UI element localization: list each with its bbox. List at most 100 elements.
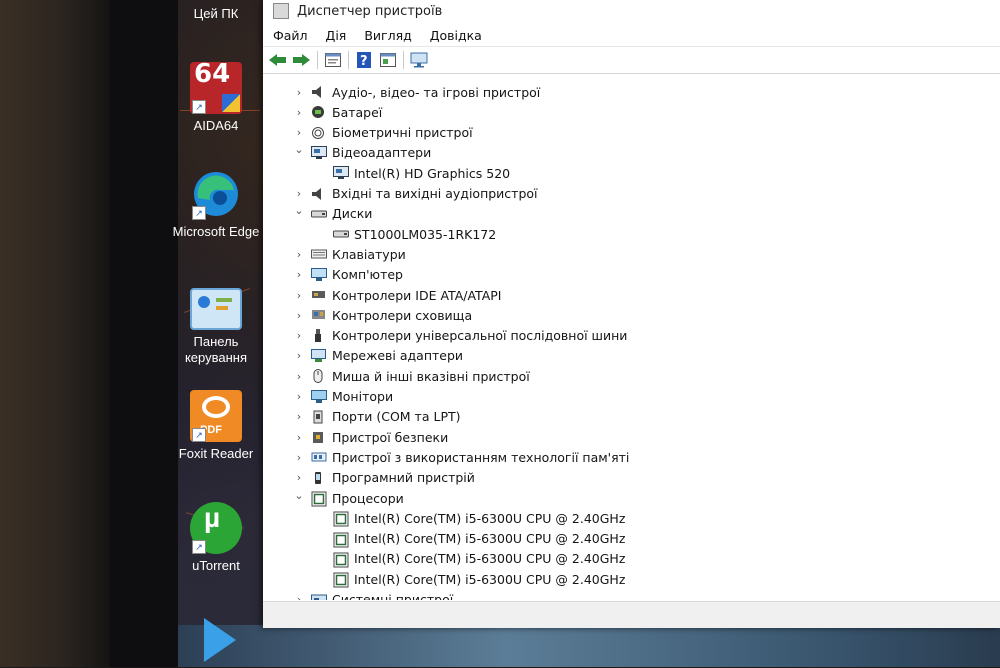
chevron-right-icon[interactable]: › (293, 593, 305, 600)
device-item[interactable]: ST1000LM035-1RK172 (333, 224, 496, 244)
monitor-bezel (110, 0, 178, 667)
chevron-right-icon[interactable]: › (293, 471, 305, 484)
device-category[interactable]: › Порти (COM та LPT) (293, 407, 461, 427)
scan-hardware-icon[interactable] (410, 52, 428, 68)
device-tree: › Аудіо-, відео- та ігрові пристрої › Батар… (263, 78, 1000, 600)
device-category[interactable]: › Системні пристрої (293, 590, 454, 600)
device-label: Контролери універсальної послідовної шин… (332, 328, 628, 344)
chevron-right-icon[interactable]: › (293, 390, 305, 403)
properties-icon[interactable] (324, 52, 342, 68)
desktop-icon-this-pc[interactable]: Цей ПК (171, 6, 261, 22)
processor-icon (333, 572, 349, 588)
chevron-down-icon[interactable]: ⌄ (293, 489, 305, 502)
shortcut-arrow-icon: ↗ (192, 540, 206, 554)
toolbar-separator (317, 51, 318, 69)
aida64-badge: 64 (194, 59, 231, 89)
device-item[interactable]: Intel(R) Core(TM) i5-6300U CPU @ 2.40GHz (333, 529, 625, 549)
processor-icon (311, 491, 327, 507)
menu-help[interactable]: Довідка (430, 28, 482, 43)
disk-icon (333, 227, 349, 241)
desktop-icon-aida64[interactable]: 64 ↗ AIDA64 (171, 59, 261, 134)
status-bar (263, 601, 1000, 628)
desktop-icon-edge[interactable]: ↗ Microsoft Edge (171, 168, 261, 240)
chevron-right-icon[interactable]: › (293, 370, 305, 383)
desktop-icon-label: AIDA64 (193, 118, 239, 133)
desktop-icon-media-player[interactable] (171, 612, 261, 668)
menu-view[interactable]: Вигляд (364, 28, 411, 43)
device-category[interactable]: › Біометричні пристрої (293, 123, 473, 143)
device-category[interactable]: ⌄ Процесори (293, 488, 404, 508)
device-label: Пристрої безпеки (332, 429, 449, 445)
device-label: Intel(R) HD Graphics 520 (354, 165, 511, 181)
chevron-right-icon[interactable]: › (293, 451, 305, 464)
device-category[interactable]: › Батареї (293, 102, 382, 122)
chevron-right-icon[interactable]: › (293, 126, 305, 139)
chevron-right-icon[interactable]: › (293, 106, 305, 119)
device-category[interactable]: › Миша й інші вказівні пристрої (293, 366, 530, 386)
device-label: Пристрої з використанням технології пам'… (332, 449, 630, 465)
device-label: Системні пристрої (332, 592, 454, 600)
toolbar-separator (348, 51, 349, 69)
shortcut-arrow-icon: ↗ (192, 100, 206, 114)
chevron-right-icon[interactable]: › (293, 410, 305, 423)
network-icon (311, 348, 326, 363)
device-category[interactable]: › Програмний пристрій (293, 468, 475, 488)
shortcut-arrow-icon: ↗ (192, 206, 206, 220)
system-device-icon (311, 593, 327, 600)
device-item[interactable]: Intel(R) Core(TM) i5-6300U CPU @ 2.40GHz (333, 569, 625, 589)
forward-arrow-icon[interactable] (293, 52, 311, 68)
device-category[interactable]: › Клавіатури (293, 244, 406, 264)
chevron-right-icon[interactable]: › (293, 289, 305, 302)
device-category[interactable]: › Пристрої безпеки (293, 427, 448, 447)
chevron-right-icon[interactable]: › (293, 431, 305, 444)
device-label: Біометричні пристрої (332, 125, 473, 141)
bar-icon (216, 306, 228, 310)
device-category[interactable]: › Вхідні та вихідні аудіопристрої (293, 184, 538, 204)
device-label: Intel(R) Core(TM) i5-6300U CPU @ 2.40GHz (354, 571, 626, 587)
desktop-icon-label: Панель керування (184, 334, 248, 365)
device-label: Intel(R) Core(TM) i5-6300U CPU @ 2.40GHz (354, 531, 626, 547)
device-category[interactable]: › Контролери сховища (293, 305, 472, 325)
menu-file[interactable]: Файл (273, 28, 308, 43)
device-category[interactable]: › Контролери IDE ATA/ATAPI (293, 285, 502, 305)
toolbar: ? (263, 46, 1000, 74)
display-adapter-icon (333, 166, 349, 180)
chevron-right-icon[interactable]: › (293, 248, 305, 261)
device-category[interactable]: › Контролери універсальної послідовної ши… (293, 326, 628, 346)
device-item[interactable]: Intel(R) Core(TM) i5-6300U CPU @ 2.40GHz (333, 508, 625, 528)
device-category[interactable]: ⌄ Відеоадаптери (293, 143, 431, 163)
menu-action[interactable]: Дія (326, 28, 347, 43)
device-category[interactable]: › Комп'ютер (293, 265, 403, 285)
device-category[interactable]: › Монітори (293, 387, 393, 407)
help-icon[interactable]: ? (355, 52, 373, 68)
controller-icon (311, 288, 325, 302)
device-category[interactable]: › Пристрої з використанням технології пам… (293, 447, 630, 467)
device-label: Відеоадаптери (332, 145, 432, 161)
device-item[interactable]: Intel(R) HD Graphics 520 (333, 163, 510, 183)
chevron-right-icon[interactable]: › (293, 309, 305, 322)
desktop-icon-control-panel[interactable]: Панель керування (171, 288, 261, 366)
device-category[interactable]: ⌄ Диски (293, 204, 372, 224)
device-label: Аудіо-, відео- та ігрові пристрої (332, 84, 541, 100)
chevron-right-icon[interactable]: › (293, 268, 305, 281)
display-adapter-icon (311, 145, 327, 160)
chevron-right-icon[interactable]: › (293, 187, 305, 200)
desktop-icon-utorrent[interactable]: µ ↗ uTorrent (171, 502, 261, 574)
title-bar[interactable]: Диспетчер пристроїв (263, 0, 1000, 22)
desktop-icon-foxit[interactable]: PDF ↗ Foxit Reader (171, 390, 261, 462)
bar-icon (216, 298, 232, 302)
desktop-icon-label: Foxit Reader (178, 446, 254, 461)
device-category[interactable]: › Мережеві адаптери (293, 346, 463, 366)
chevron-right-icon[interactable]: › (293, 86, 305, 99)
chevron-right-icon[interactable]: › (293, 329, 305, 342)
update-driver-icon[interactable] (379, 52, 397, 68)
speaker-icon (311, 187, 325, 201)
device-category[interactable]: › Аудіо-, відео- та ігрові пристрої (293, 82, 540, 102)
chevron-down-icon[interactable]: ⌄ (293, 204, 305, 217)
chevron-down-icon[interactable]: ⌄ (293, 143, 305, 156)
play-icon (190, 612, 242, 664)
chevron-right-icon[interactable]: › (293, 349, 305, 362)
mouse-icon (311, 369, 325, 384)
back-arrow-icon[interactable] (269, 52, 287, 68)
device-item[interactable]: Intel(R) Core(TM) i5-6300U CPU @ 2.40GHz (333, 549, 625, 569)
